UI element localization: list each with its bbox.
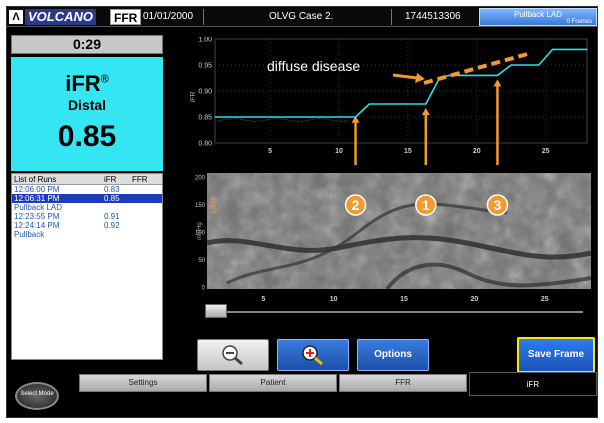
mmhg-tick-label: 0 [202,286,206,292]
patient-id: 1744513306 [405,11,461,22]
ifr-data-point [586,48,588,50]
app-window: Λ VOLCANO FFR 01/01/2000 OLVG Case 2. 17… [6,6,598,418]
volcano-mark-icon: Λ [9,10,23,24]
frame-slider-track[interactable] [207,311,583,313]
tab-settings[interactable]: Settings [79,374,207,392]
case-name: OLVG Case 2. [269,11,334,22]
timer-display: 0:29 [11,35,163,54]
ifr-data-point [496,74,499,76]
diffuse-disease-label: diffuse disease [267,58,360,74]
options-button[interactable]: Options [357,339,429,371]
y-tick-label: 1.00 [198,37,212,44]
header-divider [203,9,204,25]
numbered-marker: 1 [415,194,437,216]
ifr-location: Distal [67,97,107,113]
mmhg-label: mmHg [197,222,203,240]
run-row[interactable]: 12:23:55 PM 0.91 [12,212,162,221]
y-tick-label: 0.95 [198,63,212,70]
volcano-logo: Λ VOLCANO [9,9,96,25]
x-tick-label: 25 [542,148,550,155]
x-tick-label: 15 [404,148,412,155]
ifr-data-point [425,103,427,105]
run-row[interactable]: 12:06:00 PM 0.83 [12,185,162,194]
save-frame-button[interactable]: Save Frame [517,337,595,373]
angiogram-axes: 200150100500 5 10 15 20 25 mmHg L 128 213 [195,176,549,304]
zoom-in-icon [302,345,323,366]
y-tick-label: 0.90 [198,89,212,96]
ifr-data-point [510,64,512,66]
run-note: Pullback LAD [14,203,63,212]
tab-patient[interactable]: Patient [209,374,337,392]
ifr-pullback-chart: 1.00 0.95 0.90 0.85 0.80 5 10 15 20 25 iFR diffu… [190,37,588,165]
tab-ffr[interactable]: FFR [339,374,467,392]
mmhg-tick-label: 200 [195,176,206,182]
marker-label: 2 [352,197,360,213]
runs-list: List of Runs iFR FFR 12:06:00 PM 0.83 12… [11,173,163,360]
ifr-data-point [214,116,216,118]
zoom-out-icon [222,345,243,366]
x-tick-labels: 5 10 15 20 25 [268,148,550,155]
run-row[interactable]: 12:24:14 PM 0.92 [12,221,162,230]
image-x-tick-label: 10 [330,296,338,303]
marker-label: 3 [494,197,502,213]
y-tick-label: 0.85 [198,115,212,122]
ifr-title: iFR® [65,71,109,96]
run-row-selected[interactable]: 12:06:31 PM 0.85 [12,194,162,203]
y-tick-labels: 1.00 0.95 0.90 0.85 0.80 [198,37,212,148]
ifr-data-point [538,64,540,66]
mmhg-tick-label: 50 [198,258,205,264]
runs-list-header: List of Runs iFR FFR [12,174,162,185]
ifr-data-point [551,48,554,50]
pullback-badge[interactable]: Pullback LAD 0 Frames [479,8,597,26]
brand-name: VOLCANO [25,9,96,25]
numbered-marker: 3 [486,194,509,216]
pullback-title: Pullback LAD [513,10,563,19]
header-date: 01/01/2000 [143,11,194,22]
image-x-tick-label: 25 [541,296,549,303]
y-tick-label: 0.80 [198,141,212,148]
select-mode-button[interactable]: Select Mode [15,382,59,410]
header-bar: Λ VOLCANO FFR 01/01/2000 OLVG Case 2. 17… [7,7,597,27]
zoom-out-button[interactable] [197,339,269,371]
pullback-frames: 0 Frames [566,19,592,25]
numbered-marker: 2 [344,194,367,216]
frame-marker: L 128 [210,196,217,213]
image-x-tick-label: 20 [471,296,479,303]
x-tick-label: 5 [268,148,272,155]
image-x-tick-label: 15 [400,296,408,303]
zoom-in-button[interactable] [277,339,349,371]
image-x-tick-labels: 5 10 15 20 25 [261,296,548,303]
x-tick-label: 20 [473,148,481,155]
frame-slider-thumb[interactable] [205,304,227,318]
tab-ifr[interactable]: iFR [469,372,597,396]
ifr-value: 0.85 [57,120,117,153]
mmhg-tick-label: 150 [195,203,206,209]
marker-label: 1 [422,197,430,213]
ifr-result-panel: iFR® Distal 0.85 [11,57,163,171]
ifr-data-point [448,74,450,76]
x-tick-label: 10 [335,148,343,155]
y-axis-label: iFR [190,92,197,103]
image-x-tick-label: 5 [261,296,265,303]
header-divider [391,9,392,25]
ifr-data-point [368,103,370,105]
run-note: Pullback [14,230,45,239]
mode-tag: FFR [110,9,142,25]
